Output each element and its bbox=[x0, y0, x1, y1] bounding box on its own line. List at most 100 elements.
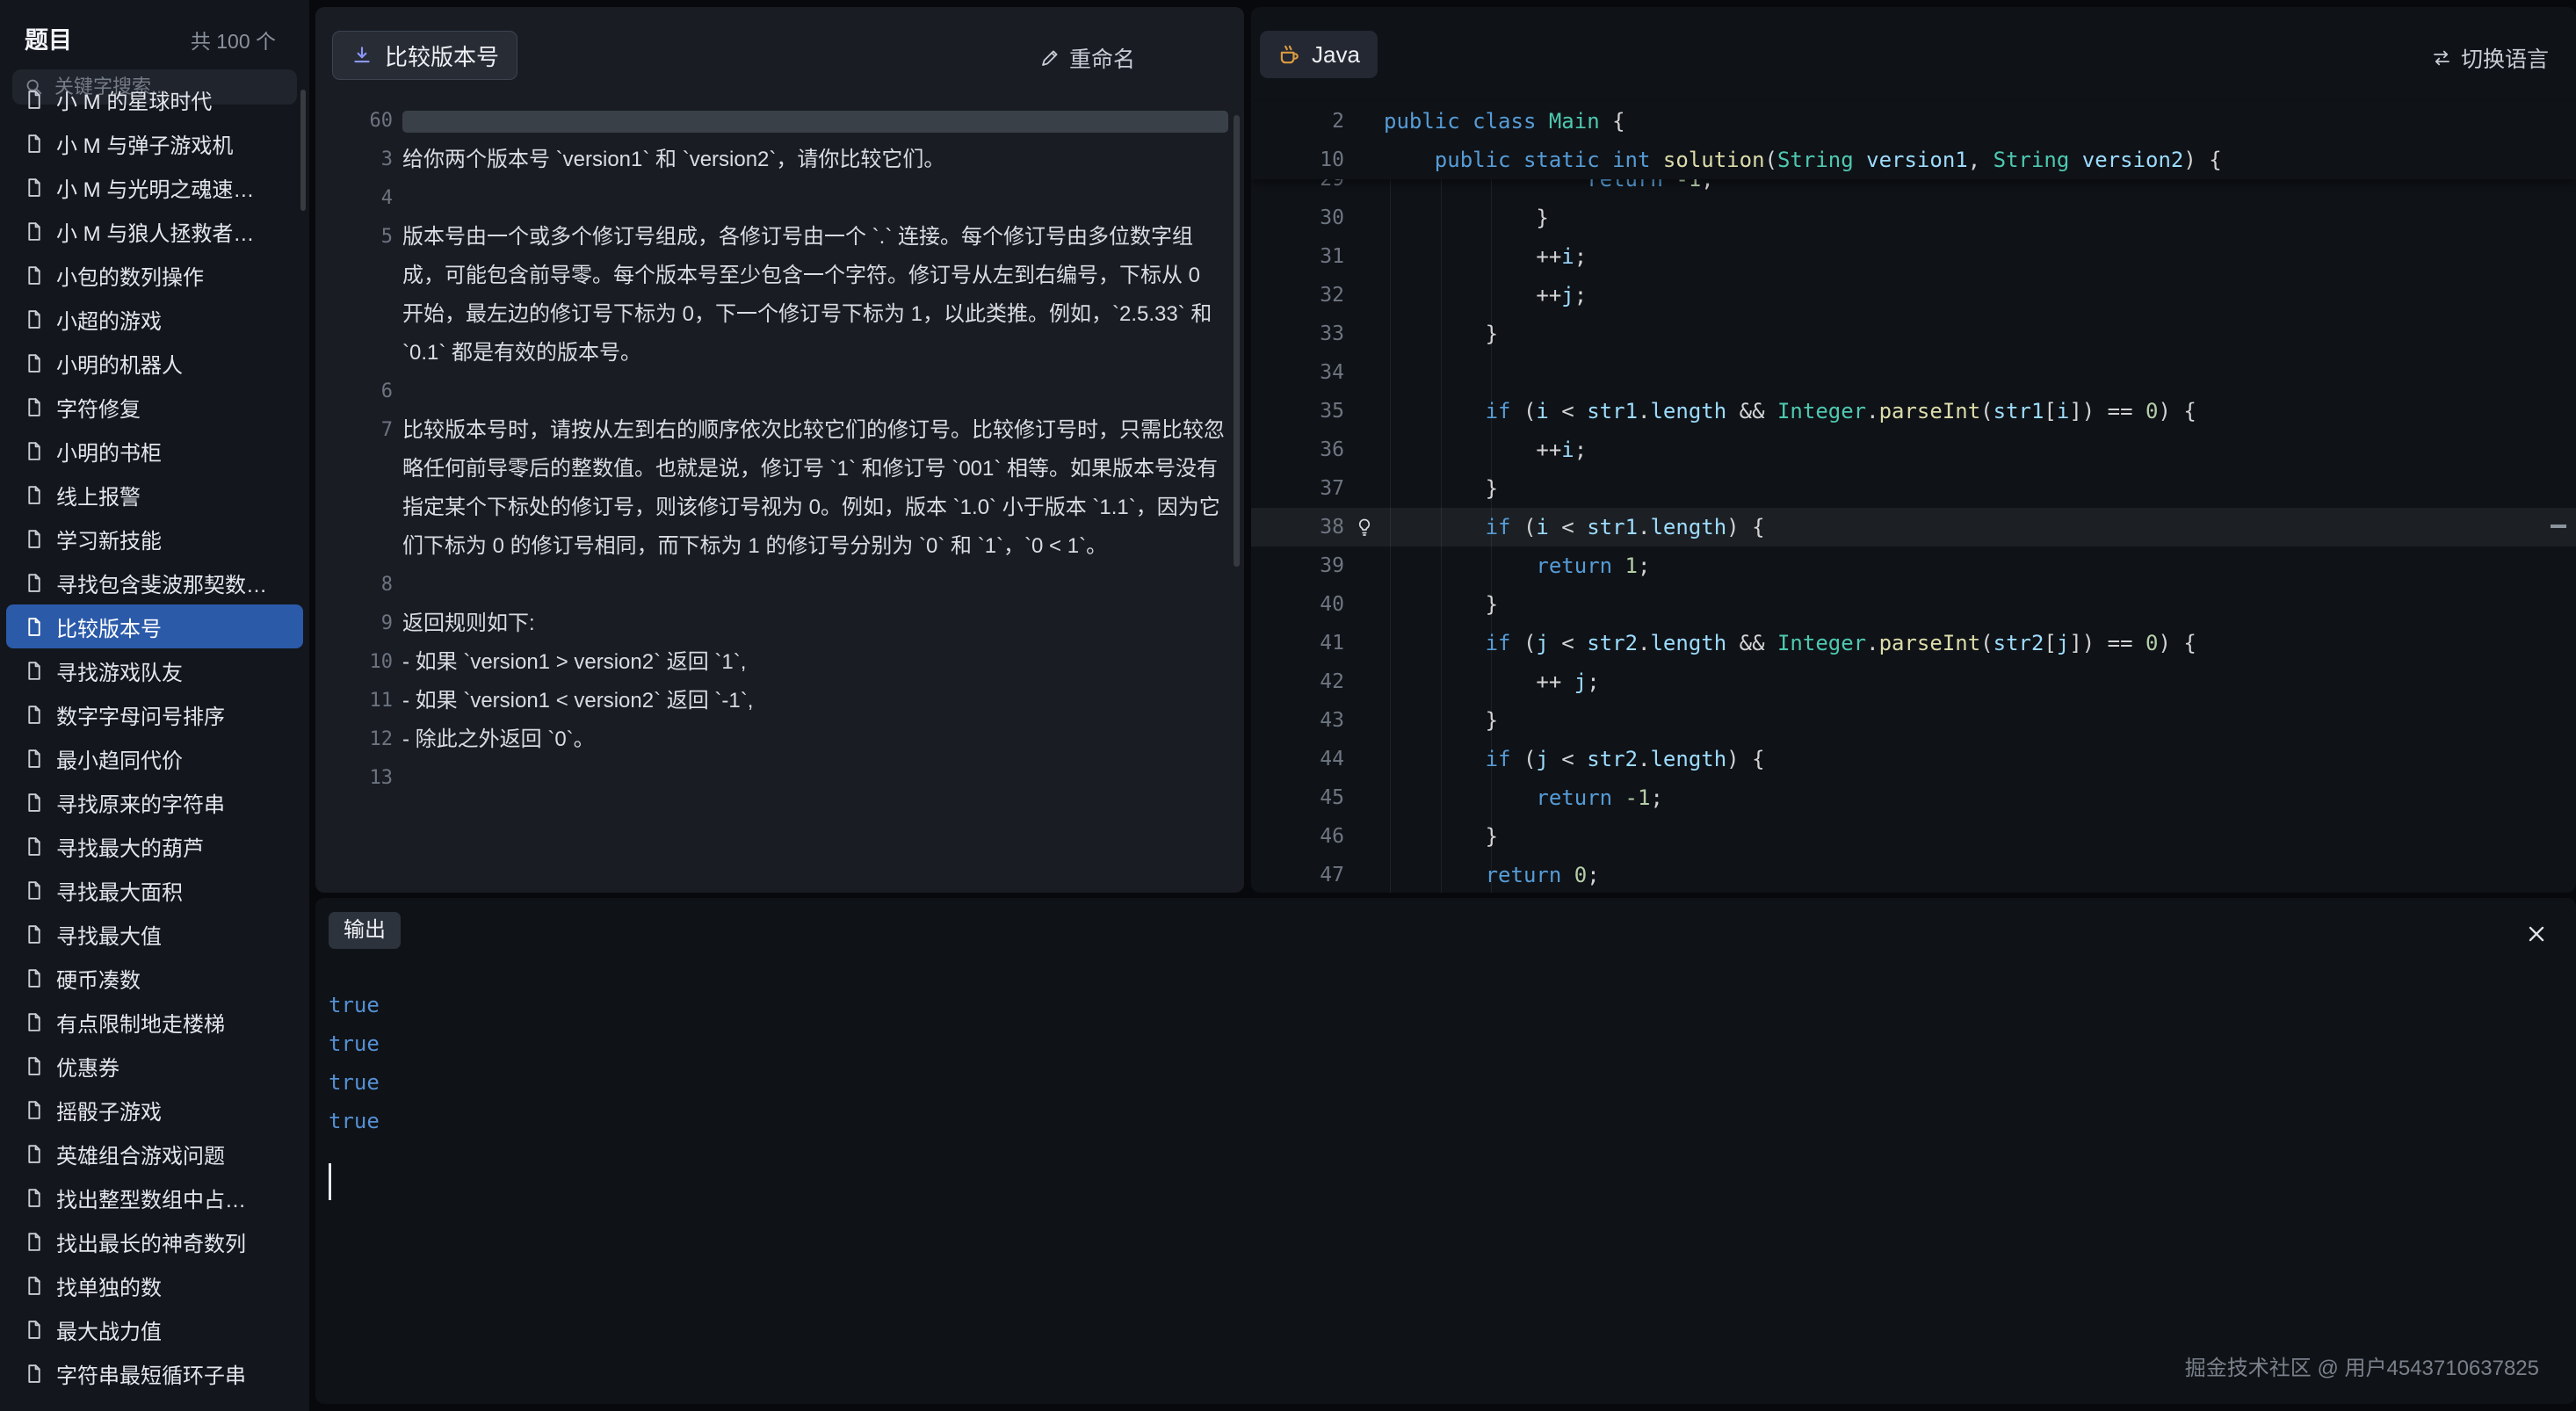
sidebar-item-selected[interactable]: 比较版本号 bbox=[6, 604, 303, 648]
code-line[interactable]: 30 } bbox=[1251, 199, 2576, 237]
line-number: 32 bbox=[1251, 276, 1344, 315]
gutter-slot bbox=[1344, 199, 1384, 237]
code-line[interactable]: 45 return -1; bbox=[1251, 778, 2576, 817]
sidebar-item[interactable]: 硬币凑数 bbox=[6, 956, 303, 1000]
sidebar-header: 题目 共 100 个 bbox=[0, 0, 309, 69]
sidebar-item-label: 小 M 与光明之魂速… bbox=[56, 172, 254, 203]
code-text: } bbox=[1384, 199, 1549, 237]
code-text: if (j < str2.length) { bbox=[1384, 740, 1765, 778]
code-line[interactable]: 40 } bbox=[1251, 585, 2576, 624]
sidebar-item[interactable]: 小 M 与狼人拯救者… bbox=[6, 209, 303, 253]
sidebar-item[interactable]: 找出整型数组中占… bbox=[6, 1176, 303, 1219]
document-icon bbox=[23, 264, 45, 286]
sidebar-item-label: 找单独的数 bbox=[56, 1270, 162, 1301]
document-icon bbox=[23, 1231, 45, 1253]
code-line-highlighted[interactable]: 38 if (i < str1.length) { bbox=[1251, 508, 2576, 546]
description-line-text[interactable] bbox=[402, 179, 1226, 218]
switch-language-button[interactable]: 切换语言 bbox=[2431, 42, 2549, 74]
output-tab[interactable]: 输出 bbox=[329, 912, 401, 949]
sidebar-item[interactable]: 学习新技能 bbox=[6, 517, 303, 561]
code-line[interactable]: 33 } bbox=[1251, 315, 2576, 353]
code-line[interactable]: 32 ++j; bbox=[1251, 276, 2576, 315]
description-panel: 比较版本号 重命名 603给你两个版本号 `version1` 和 `versi… bbox=[315, 7, 1244, 893]
rename-button[interactable]: 重命名 bbox=[1039, 42, 1135, 74]
line-number: 60 bbox=[315, 102, 393, 141]
document-icon bbox=[23, 1275, 45, 1297]
code-line[interactable]: 31 ++i; bbox=[1251, 237, 2576, 276]
sidebar-item[interactable]: 小明的书柜 bbox=[6, 429, 303, 473]
sidebar-item[interactable]: 有点限制地走楼梯 bbox=[6, 1000, 303, 1044]
sidebar-item[interactable]: 寻找游戏队友 bbox=[6, 648, 303, 692]
code-line[interactable]: 47 return 0; bbox=[1251, 856, 2576, 893]
document-icon bbox=[23, 1099, 45, 1121]
sidebar-item[interactable]: 优惠券 bbox=[6, 1044, 303, 1088]
description-body[interactable]: 603给你两个版本号 `version1` 和 `version2`，请你比较它… bbox=[315, 102, 1244, 893]
description-row: 5版本号由一个或多个修订号组成，各修订号由一个 `.` 连接。每个修订号由多位数… bbox=[315, 218, 1244, 373]
console-output-line: true bbox=[329, 1102, 380, 1140]
sidebar-scrollbar[interactable] bbox=[300, 90, 306, 211]
code-line[interactable]: 39 return 1; bbox=[1251, 546, 2576, 585]
code-line[interactable]: 41 if (j < str2.length && Integer.parseI… bbox=[1251, 624, 2576, 662]
sidebar-item[interactable]: 英雄组合游戏问题 bbox=[6, 1132, 303, 1176]
sidebar-item[interactable]: 小 M 与弹子游戏机 bbox=[6, 121, 303, 165]
problem-title-chip[interactable]: 比较版本号 bbox=[332, 31, 517, 80]
document-icon bbox=[23, 1055, 45, 1077]
code-line[interactable]: 43 } bbox=[1251, 701, 2576, 740]
language-chip[interactable]: Java bbox=[1260, 31, 1378, 78]
sidebar-item[interactable]: 寻找最大值 bbox=[6, 912, 303, 956]
line-number: 46 bbox=[1251, 817, 1344, 856]
sidebar-item[interactable]: 小超的游戏 bbox=[6, 297, 303, 341]
code-line[interactable]: 37 } bbox=[1251, 469, 2576, 508]
description-line-text[interactable]: - 如果 `version1 > version2` 返回 `1`, bbox=[402, 643, 1226, 682]
sidebar-item[interactable]: 找单独的数 bbox=[6, 1263, 303, 1307]
sidebar-item[interactable]: 线上报警 bbox=[6, 473, 303, 517]
code-line[interactable]: 44 if (j < str2.length) { bbox=[1251, 740, 2576, 778]
code-line[interactable]: 34 bbox=[1251, 353, 2576, 392]
sidebar-item[interactable]: 找出最长的神奇数列 bbox=[6, 1219, 303, 1263]
description-line-text[interactable]: 给你两个版本号 `version1` 和 `version2`，请你比较它们。 bbox=[402, 141, 1226, 179]
description-line-text[interactable]: 返回规则如下: bbox=[402, 604, 1226, 643]
code-area[interactable]: 29 return -1;30 }31 ++i;32 ++j;33 }3435 … bbox=[1251, 179, 2576, 893]
document-icon bbox=[23, 133, 45, 155]
sidebar-item[interactable]: 寻找最大面积 bbox=[6, 868, 303, 912]
code-line[interactable]: 29 return -1; bbox=[1251, 179, 2576, 199]
document-icon bbox=[23, 528, 45, 550]
code-line[interactable]: 35 if (i < str1.length && Integer.parseI… bbox=[1251, 392, 2576, 431]
selected-line-bar bbox=[402, 111, 1228, 133]
sidebar-item[interactable]: 小 M 的星球时代 bbox=[6, 88, 303, 121]
sidebar-item[interactable]: 最大战力值 bbox=[6, 1307, 303, 1351]
description-line-text[interactable]: 版本号由一个或多个修订号组成，各修订号由一个 `.` 连接。每个修订号由多位数字… bbox=[402, 218, 1226, 373]
sidebar-item[interactable]: 最小趋同代价 bbox=[6, 736, 303, 780]
description-row: 11- 如果 `version1 < version2` 返回 `-1`, bbox=[315, 682, 1244, 720]
description-scrollbar[interactable] bbox=[1234, 115, 1240, 567]
description-line-text[interactable] bbox=[402, 566, 1226, 604]
sidebar-item[interactable]: 寻找最大的葫芦 bbox=[6, 824, 303, 868]
sidebar-item[interactable]: 摇骰子游戏 bbox=[6, 1088, 303, 1132]
description-line-text[interactable] bbox=[402, 759, 1226, 798]
line-number: 6 bbox=[315, 373, 393, 411]
lightbulb-slot[interactable] bbox=[1344, 508, 1384, 546]
description-header: 比较版本号 重命名 bbox=[315, 7, 1244, 102]
code-line[interactable]: 42 ++ j; bbox=[1251, 662, 2576, 701]
description-row: 9返回规则如下: bbox=[315, 604, 1244, 643]
code-line[interactable]: 46 } bbox=[1251, 817, 2576, 856]
sidebar-item[interactable]: 数字字母问号排序 bbox=[6, 692, 303, 736]
description-line-text[interactable]: 比较版本号时，请按从左到右的顺序依次比较它们的修订号。比较修订号时，只需比较忽略… bbox=[402, 411, 1226, 566]
sidebar-item[interactable]: 寻找包含斐波那契数… bbox=[6, 561, 303, 604]
description-line-text[interactable]: - 如果 `version1 < version2` 返回 `-1`, bbox=[402, 682, 1226, 720]
code-line[interactable]: 2public class Main { bbox=[1251, 102, 2576, 141]
close-icon[interactable] bbox=[2525, 923, 2548, 945]
sidebar-item[interactable]: 小明的机器人 bbox=[6, 341, 303, 385]
document-icon bbox=[23, 308, 45, 330]
description-line-text[interactable] bbox=[402, 373, 1226, 411]
code-line[interactable]: 10 public static int solution(String ver… bbox=[1251, 141, 2576, 179]
console-body[interactable]: truetruetruetrue bbox=[329, 986, 380, 1140]
sidebar-item[interactable]: 小 M 与光明之魂速… bbox=[6, 165, 303, 209]
description-line-text[interactable]: - 除此之外返回 `0`。 bbox=[402, 720, 1226, 759]
sidebar-item[interactable]: 小包的数列操作 bbox=[6, 253, 303, 297]
sidebar-item[interactable]: 寻找原来的字符串 bbox=[6, 780, 303, 824]
language-label: Java bbox=[1312, 41, 1360, 69]
sidebar-item[interactable]: 字符修复 bbox=[6, 385, 303, 429]
sidebar-item[interactable]: 字符串最短循环子串 bbox=[6, 1351, 303, 1395]
code-line[interactable]: 36 ++i; bbox=[1251, 431, 2576, 469]
